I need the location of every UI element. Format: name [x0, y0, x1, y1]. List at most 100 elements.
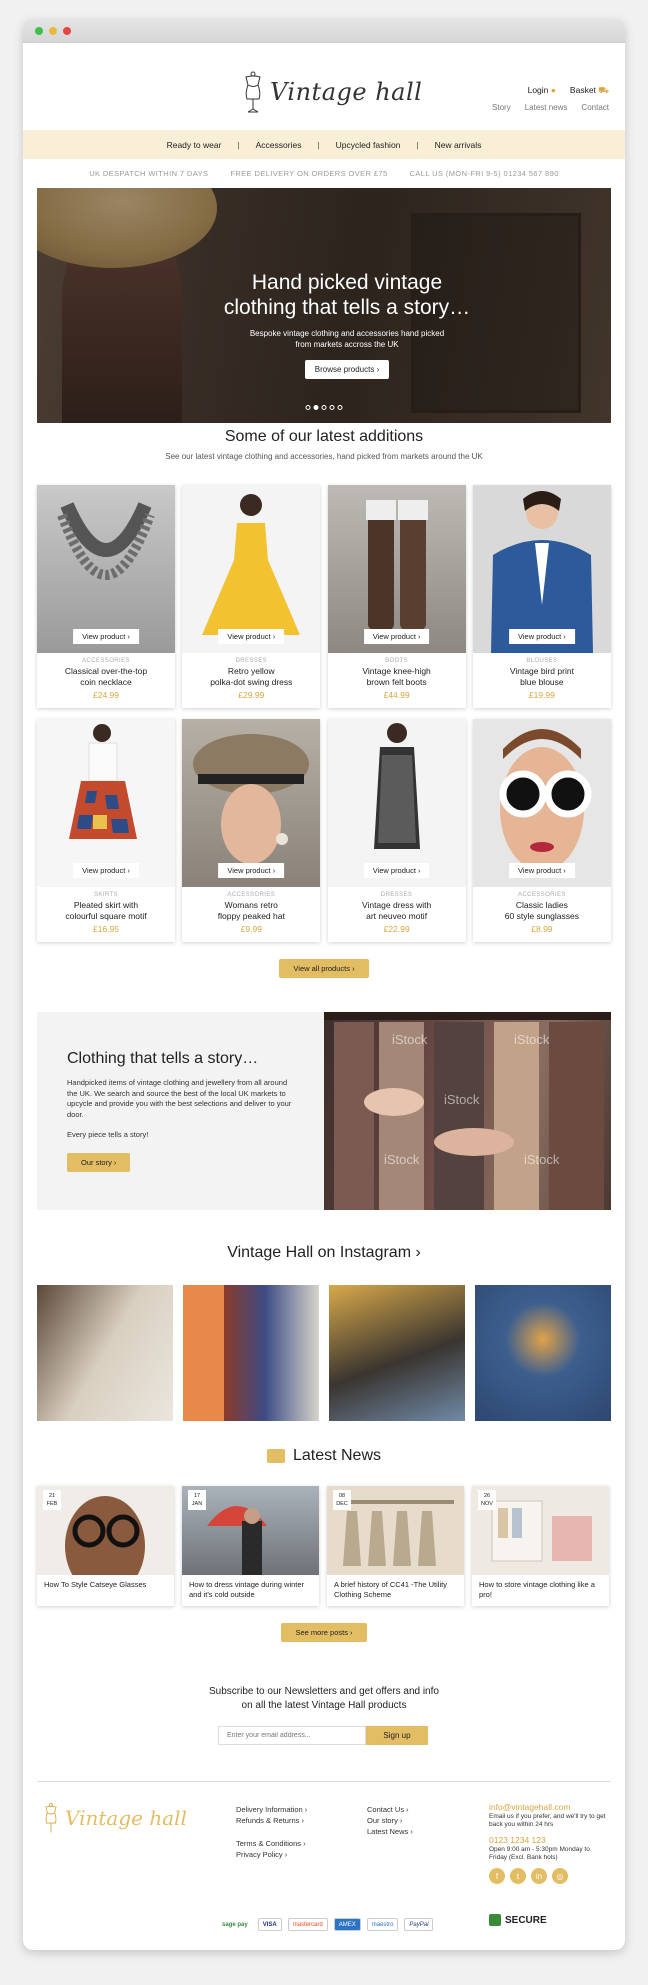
- product-name-line2: coin necklace: [80, 677, 132, 687]
- contact-us-link[interactable]: Contact Us ›: [367, 1804, 413, 1815]
- nav-new-arrivals[interactable]: New arrivals: [435, 140, 482, 150]
- product-name[interactable]: Vintage dress with art neuveo motif: [328, 900, 466, 922]
- site-logo[interactable]: Vintage hall: [242, 71, 422, 113]
- hero-title: Hand picked vintage clothing that tells a…: [157, 270, 537, 320]
- login-link[interactable]: Login ●: [528, 85, 556, 97]
- watermark-text: iStock: [514, 1032, 550, 1047]
- carousel-dot[interactable]: [321, 405, 327, 410]
- newspaper-icon: [266, 1449, 285, 1463]
- news-card[interactable]: 26 NOV How to store vintage clothing like…: [472, 1486, 609, 1606]
- news-month: JAN: [191, 1501, 203, 1507]
- refunds-link[interactable]: Refunds & Returns ›: [236, 1815, 307, 1826]
- logo-text: Vintage hall: [270, 78, 423, 106]
- hero-sub-line1: Bespoke vintage clothing and accessories…: [249, 329, 445, 338]
- product-grid: View product › ACCESSORIES Classical ove…: [37, 485, 611, 942]
- view-product-button[interactable]: View product ›: [218, 863, 285, 878]
- carousel-dot-active[interactable]: [313, 405, 319, 410]
- privacy-link[interactable]: Privacy Policy ›: [236, 1849, 307, 1860]
- instagram-title[interactable]: Vintage Hall on Instagram ›: [23, 1244, 625, 1262]
- view-product-button[interactable]: View product ›: [218, 629, 285, 644]
- view-product-button[interactable]: View product ›: [508, 863, 575, 878]
- product-name[interactable]: Womans retro floppy peaked hat: [182, 900, 320, 922]
- carousel-dot[interactable]: [337, 405, 343, 410]
- social-links: f t in ◎: [489, 1868, 609, 1884]
- view-product-button[interactable]: View product ›: [73, 863, 139, 878]
- news-post-title: How to store vintage clothing like a pro…: [479, 1580, 595, 1599]
- window-close-button[interactable]: [63, 26, 71, 35]
- product-name-line2: floppy peaked hat: [217, 911, 285, 921]
- view-product-button[interactable]: View product ›: [508, 629, 575, 644]
- news-card[interactable]: 08 DEC A brief history of CC41 -The Utili…: [327, 1486, 464, 1606]
- instagram-post[interactable]: [475, 1285, 611, 1421]
- product-image: View product ›: [472, 719, 611, 887]
- terms-link[interactable]: Terms & Conditions ›: [236, 1838, 307, 1849]
- delivery-info-link[interactable]: Delivery Information ›: [236, 1804, 307, 1815]
- newsletter-email-input[interactable]: [218, 1726, 366, 1745]
- latest-news-footer-link[interactable]: Latest News ›: [367, 1826, 413, 1837]
- product-name-line1: Vintage dress with: [361, 900, 432, 910]
- product-name[interactable]: Retro yellow polka-dot swing dress: [182, 666, 320, 688]
- view-product-button[interactable]: View product ›: [73, 629, 139, 644]
- product-card[interactable]: View product › ACCESSORIES Womans retro f…: [182, 719, 321, 942]
- carousel-dot[interactable]: [305, 405, 311, 410]
- product-name[interactable]: Vintage knee-high brown felt boots: [328, 666, 466, 688]
- nav-upcycled-fashion[interactable]: Upcycled fashion: [336, 140, 401, 150]
- window-minimize-button[interactable]: [49, 26, 57, 35]
- browse-products-button[interactable]: Browse products ›: [304, 360, 390, 379]
- contact-link[interactable]: Contact: [581, 103, 609, 112]
- nav-ready-to-wear[interactable]: Ready to wear: [167, 140, 222, 150]
- story-link[interactable]: Story: [492, 103, 511, 112]
- instagram-icon[interactable]: ◎: [552, 1868, 568, 1884]
- footer-phone[interactable]: 0123 1234 123: [489, 1835, 609, 1846]
- dress-illustration: [373, 723, 420, 849]
- news-card[interactable]: 17 JAN How to dress vintage during winter…: [182, 1486, 319, 1606]
- footer-links-col1: Delivery Information › Refunds & Returns…: [236, 1804, 307, 1860]
- user-icon: ●: [550, 85, 556, 95]
- product-card[interactable]: View product › DRESSES Vintage dress wit…: [327, 719, 466, 942]
- product-category: ACCESSORIES: [227, 892, 276, 898]
- carousel-dot[interactable]: [329, 405, 335, 410]
- news-card[interactable]: 21 FEB How To Style Catseye Glasses: [37, 1486, 174, 1606]
- facebook-icon[interactable]: f: [489, 1868, 505, 1884]
- product-card[interactable]: View product › BOOTS Vintage knee-high br…: [327, 485, 466, 708]
- newsletter-form: Sign up: [218, 1726, 428, 1745]
- latest-news-link[interactable]: Latest news: [525, 103, 568, 112]
- product-card[interactable]: View product › ACCESSORIES Classic ladie…: [472, 719, 611, 942]
- product-name[interactable]: Vintage bird print blue blouse: [473, 666, 611, 688]
- product-card[interactable]: View product › BLOUSES Vintage bird prin…: [472, 485, 611, 708]
- view-all-products-button[interactable]: View all products ›: [279, 959, 369, 978]
- view-product-button[interactable]: View product ›: [363, 863, 430, 878]
- linkedin-icon[interactable]: in: [531, 1868, 547, 1884]
- view-product-button[interactable]: View product ›: [363, 629, 430, 644]
- sign-up-button[interactable]: Sign up: [366, 1726, 428, 1745]
- footer-email[interactable]: info@vintagehall.com: [489, 1802, 609, 1813]
- product-category: BOOTS: [385, 658, 409, 664]
- product-price: £9.99: [240, 924, 262, 934]
- latest-subtitle: See our latest vintage clothing and acce…: [165, 452, 483, 461]
- nav-accessories[interactable]: Accessories: [256, 140, 302, 150]
- product-name[interactable]: Pleated skirt with colourful square motif: [37, 900, 175, 922]
- product-category: SKIRTS: [94, 892, 118, 898]
- instagram-post[interactable]: [329, 1285, 465, 1421]
- news-header: Latest News: [23, 1447, 625, 1465]
- instagram-post[interactable]: [37, 1285, 173, 1421]
- twitter-icon[interactable]: t: [510, 1868, 526, 1884]
- see-more-posts-button[interactable]: See more posts ›: [281, 1623, 367, 1642]
- payment-methods: sage pay VISA mastercard AMEX maestro Pa…: [218, 1918, 434, 1931]
- nav-separator: |: [416, 139, 419, 150]
- product-card[interactable]: View product › DRESSES Retro yellow polka…: [182, 485, 321, 708]
- paypal-logo: PayPal: [404, 1918, 434, 1931]
- our-story-link[interactable]: Our story ›: [367, 1815, 413, 1826]
- product-name-line2: art neuveo motif: [366, 911, 428, 921]
- instagram-post[interactable]: [183, 1285, 319, 1421]
- product-name[interactable]: Classical over-the-top coin necklace: [37, 666, 175, 688]
- our-story-button[interactable]: Our story ›: [67, 1152, 131, 1172]
- product-card[interactable]: View product › ACCESSORIES Classical ove…: [37, 485, 175, 708]
- window-maximize-button[interactable]: [35, 26, 43, 35]
- product-card[interactable]: View product › SKIRTS Pleated skirt with…: [37, 719, 175, 942]
- footer-logo[interactable]: Vintage hall: [43, 1801, 187, 1835]
- product-name[interactable]: Classic ladies 60 style sunglasses: [473, 900, 611, 922]
- basket-link[interactable]: Basket ⛟: [570, 85, 609, 97]
- news-month: FEB: [46, 1501, 58, 1507]
- product-image: View product ›: [182, 485, 321, 653]
